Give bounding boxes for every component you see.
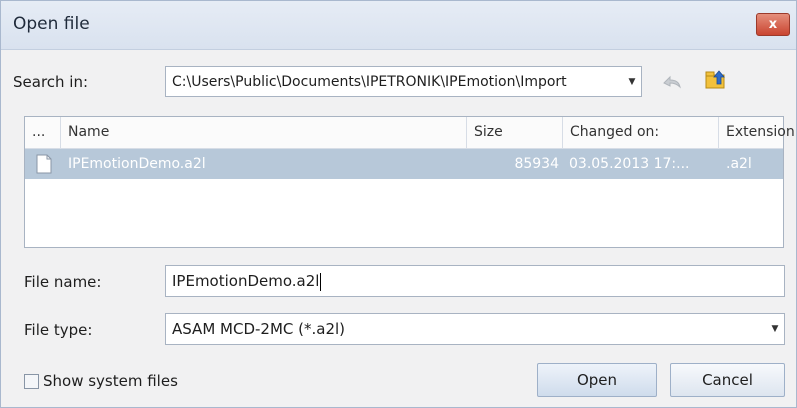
dialog-title: Open file <box>13 14 90 34</box>
file-extension-cell: .a2l <box>726 156 752 172</box>
search-in-value: C:\Users\Public\Documents\IPETRONIK\IPEm… <box>172 73 567 90</box>
column-header-options[interactable]: ... <box>25 117 61 148</box>
chevron-down-icon[interactable]: ▼ <box>623 77 641 87</box>
title-bar[interactable]: Open file x <box>1 1 796 50</box>
file-type-value: ASAM MCD-2MC (*.a2l) <box>172 320 346 338</box>
show-system-files-checkbox[interactable] <box>24 374 39 389</box>
text-caret <box>320 272 322 291</box>
file-type-combobox[interactable]: ASAM MCD-2MC (*.a2l) ▼ <box>165 313 785 345</box>
column-header-name[interactable]: Name <box>61 117 467 148</box>
close-icon: x <box>768 17 778 32</box>
folder-up-icon[interactable] <box>704 67 728 91</box>
file-type-label: File type: <box>24 321 93 339</box>
column-header-changed-on[interactable]: Changed on: <box>563 117 719 148</box>
search-in-label: Search in: <box>13 73 89 91</box>
column-header-size[interactable]: Size <box>467 117 563 148</box>
file-name-input[interactable]: IPEmotionDemo.a2l <box>165 265 785 297</box>
back-arrow-icon[interactable] <box>660 69 684 93</box>
file-name-value: IPEmotionDemo.a2l <box>172 272 320 290</box>
file-list-header: ... Name Size Changed on: Extension <box>25 117 795 149</box>
open-file-dialog: Open file x Search in: C:\Users\Public\D… <box>0 0 797 408</box>
search-in-combobox[interactable]: C:\Users\Public\Documents\IPETRONIK\IPEm… <box>165 66 642 97</box>
file-name-label: File name: <box>24 273 102 291</box>
close-button[interactable]: x <box>756 13 790 36</box>
file-size-cell: 85934 <box>514 156 559 172</box>
file-changed-cell: 03.05.2013 17:... <box>569 156 690 172</box>
table-row[interactable]: IPEmotionDemo.a2l 85934 03.05.2013 17:..… <box>25 149 783 179</box>
column-header-extension[interactable]: Extension <box>719 117 795 148</box>
open-button[interactable]: Open <box>537 363 657 397</box>
cancel-button[interactable]: Cancel <box>670 363 785 397</box>
file-icon <box>36 154 52 174</box>
show-system-files-label[interactable]: Show system files <box>43 372 178 390</box>
file-name-cell: IPEmotionDemo.a2l <box>68 156 206 172</box>
file-list[interactable]: ... Name Size Changed on: Extension IPEm… <box>24 116 795 248</box>
chevron-down-icon[interactable]: ▼ <box>766 324 784 334</box>
cancel-button-label: Cancel <box>702 371 753 389</box>
open-button-label: Open <box>576 371 618 389</box>
